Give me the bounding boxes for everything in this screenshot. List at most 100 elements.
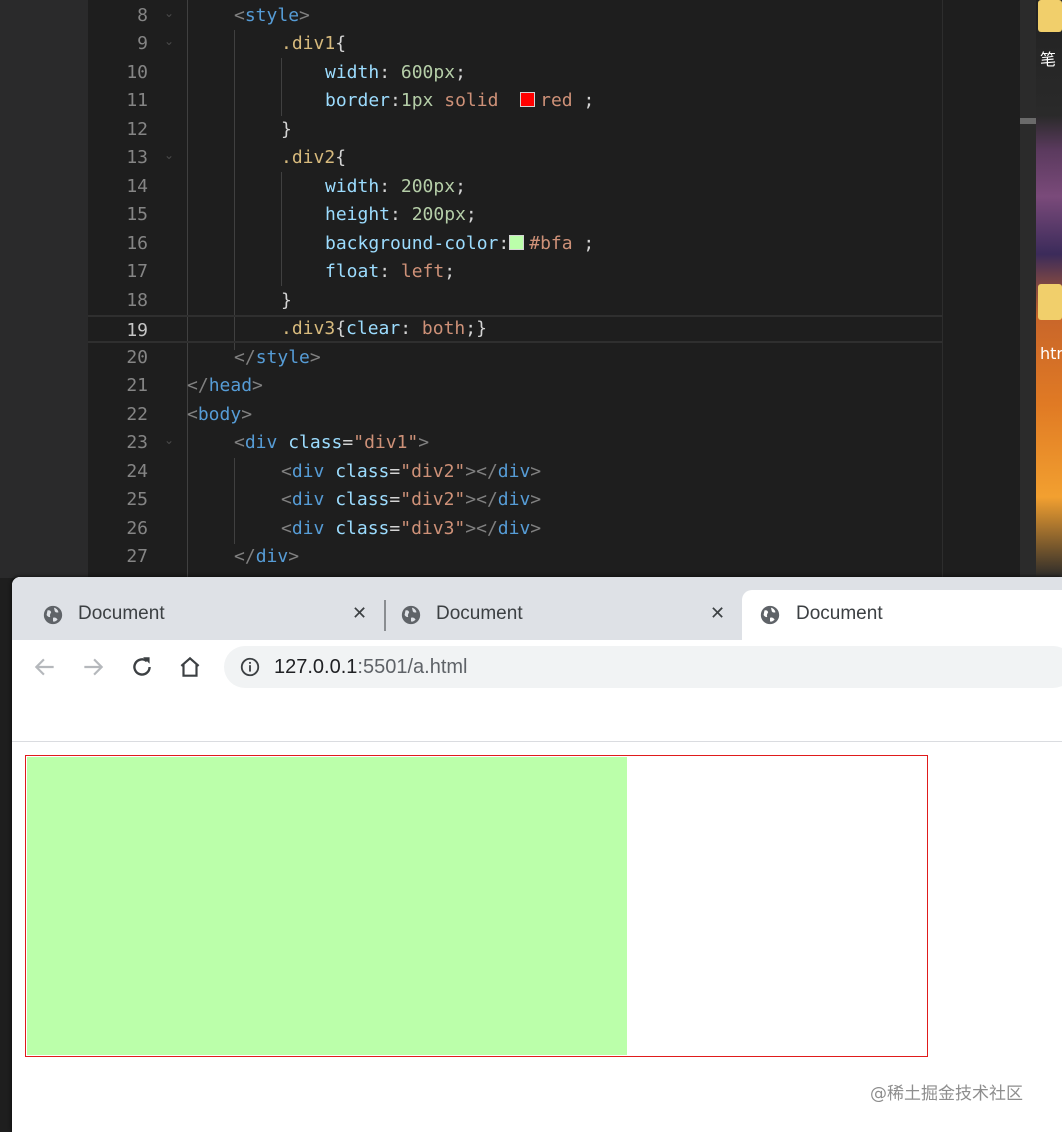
address-bar[interactable]: 127.0.0.1:5501/a.html — [224, 646, 1062, 688]
browser-window: Document ✕ Document ✕ Document 127.0.0.1… — [12, 577, 1062, 1132]
desktop-folder-icon[interactable] — [1038, 284, 1062, 320]
line-number: 23 — [126, 432, 148, 453]
code-text: <style> — [234, 5, 310, 26]
code-line[interactable]: 10 width: 600px; — [88, 59, 942, 87]
line-number: 16 — [126, 233, 148, 254]
line-number: 9 — [137, 33, 148, 54]
globe-icon — [401, 605, 421, 625]
code-line[interactable]: 27 </div> — [88, 543, 942, 571]
url-host: 127.0.0.1 — [274, 656, 358, 678]
code-line[interactable]: 8 ⌄ <style> — [88, 2, 942, 30]
scrollbar-thumb[interactable] — [1020, 118, 1036, 124]
fold-chevron-icon[interactable]: ⌄ — [164, 433, 174, 447]
close-tab-icon[interactable]: ✕ — [352, 603, 367, 624]
editor-minimap[interactable] — [942, 0, 1020, 578]
line-number: 15 — [126, 204, 148, 225]
color-swatch[interactable] — [520, 92, 536, 107]
color-swatch[interactable] — [509, 235, 525, 250]
browser-tab[interactable]: Document ✕ — [12, 590, 384, 640]
forward-arrow-icon[interactable] — [80, 654, 106, 680]
code-text: width: 600px; — [325, 62, 466, 83]
code-line[interactable]: 25 <div class="div2"></div> — [88, 486, 942, 514]
code-line[interactable]: 16 background-color: #bfa ; — [88, 230, 942, 258]
globe-icon — [760, 605, 780, 625]
code-line[interactable]: 15 height: 200px; — [88, 201, 942, 229]
info-icon[interactable] — [239, 656, 261, 678]
code-line[interactable]: 24 <div class="div2"></div> — [88, 458, 942, 486]
code-text: </head> — [187, 375, 263, 396]
tab-title: Document — [78, 603, 165, 624]
code-text: <div class="div2"></div> — [281, 461, 542, 482]
desktop-item-label: htr — [1040, 344, 1062, 363]
reload-icon[interactable] — [129, 654, 155, 680]
browser-tab[interactable]: Document ✕ — [370, 590, 742, 640]
home-icon[interactable] — [177, 654, 203, 680]
code-line[interactable]: 26 <div class="div3"></div> — [88, 515, 942, 543]
code-line[interactable]: 23 ⌄ <div class="div1"> — [88, 429, 942, 457]
line-number: 17 — [126, 261, 148, 282]
fold-chevron-icon[interactable]: ⌄ — [164, 6, 174, 20]
url-text[interactable]: 127.0.0.1:5501/a.html — [274, 656, 468, 679]
code-line[interactable]: 18 } — [88, 287, 942, 315]
fold-chevron-icon[interactable]: ⌄ — [164, 34, 174, 48]
code-text: } — [281, 119, 292, 140]
toolbar-spacer — [12, 695, 1062, 742]
browser-toolbar: 127.0.0.1:5501/a.html — [12, 640, 1062, 695]
code-text: <div class="div2"></div> — [281, 489, 542, 510]
line-number: 21 — [126, 375, 148, 396]
line-number: 26 — [126, 518, 148, 539]
code-text: height: 200px; — [325, 204, 477, 225]
code-text: } — [281, 290, 292, 311]
line-number: 25 — [126, 489, 148, 510]
line-number: 14 — [126, 176, 148, 197]
div1-container — [25, 755, 928, 1057]
code-text: </style> — [234, 347, 321, 368]
code-line[interactable]: 20 </style> — [88, 344, 942, 372]
div2-green-box — [27, 757, 627, 1055]
code-line[interactable]: 21 </head> — [88, 372, 942, 400]
code-text: <body> — [187, 404, 253, 425]
globe-icon — [43, 605, 63, 625]
code-text: </div> — [234, 546, 300, 567]
line-number: 24 — [126, 461, 148, 482]
code-line[interactable]: 9 ⌄ .div1{ — [88, 30, 942, 58]
code-text: .div2{ — [281, 147, 347, 168]
tab-strip: Document ✕ Document ✕ Document — [12, 577, 1062, 640]
fold-chevron-icon[interactable]: ⌄ — [164, 148, 174, 162]
desktop-item-label: 笔 — [1040, 50, 1057, 69]
line-number: 22 — [126, 404, 148, 425]
code-editor: 笔 htr 8 ⌄ <style> 9 ⌄ .div1{ 10 width: 6… — [0, 0, 1062, 578]
back-arrow-icon[interactable] — [32, 654, 58, 680]
line-number: 10 — [126, 62, 148, 83]
line-number: 19 — [126, 320, 148, 341]
line-number: 8 — [137, 5, 148, 26]
code-line[interactable]: 12 } — [88, 116, 942, 144]
line-number: 12 — [126, 119, 148, 140]
page-viewport: @稀土掘金技术社区 — [12, 743, 1062, 1132]
line-number: 13 — [126, 147, 148, 168]
browser-tab-active[interactable]: Document — [742, 590, 1062, 640]
code-text: <div class="div1"> — [234, 432, 430, 453]
code-text: <div class="div3"></div> — [281, 518, 542, 539]
watermark-text: @稀土掘金技术社区 — [870, 1084, 1023, 1104]
code-line-current[interactable]: 19 .div3{clear: both;} — [88, 315, 942, 343]
code-line[interactable]: 13 ⌄ .div2{ — [88, 144, 942, 172]
code-text: width: 200px; — [325, 176, 466, 197]
code-text: .div1{ — [281, 33, 347, 54]
code-text: background-color: #bfa ; — [325, 233, 595, 254]
line-number: 20 — [126, 347, 148, 368]
code-text: .div3{clear: both;} — [281, 318, 487, 339]
close-tab-icon[interactable]: ✕ — [710, 603, 725, 624]
code-line[interactable]: 22 <body> — [88, 401, 942, 429]
line-number: 27 — [126, 546, 148, 567]
tab-title: Document — [796, 603, 883, 624]
line-number: 18 — [126, 290, 148, 311]
url-path: :5501/a.html — [357, 656, 468, 678]
code-line[interactable]: 14 width: 200px; — [88, 173, 942, 201]
code-line[interactable]: 17 float: left; — [88, 258, 942, 286]
line-number: 11 — [126, 90, 148, 111]
code-line[interactable]: 11 border:1px solid red ; — [88, 87, 942, 115]
desktop-folder-icon[interactable] — [1038, 0, 1062, 32]
editor-scrollbar[interactable] — [1020, 0, 1036, 578]
tab-title: Document — [436, 603, 523, 624]
